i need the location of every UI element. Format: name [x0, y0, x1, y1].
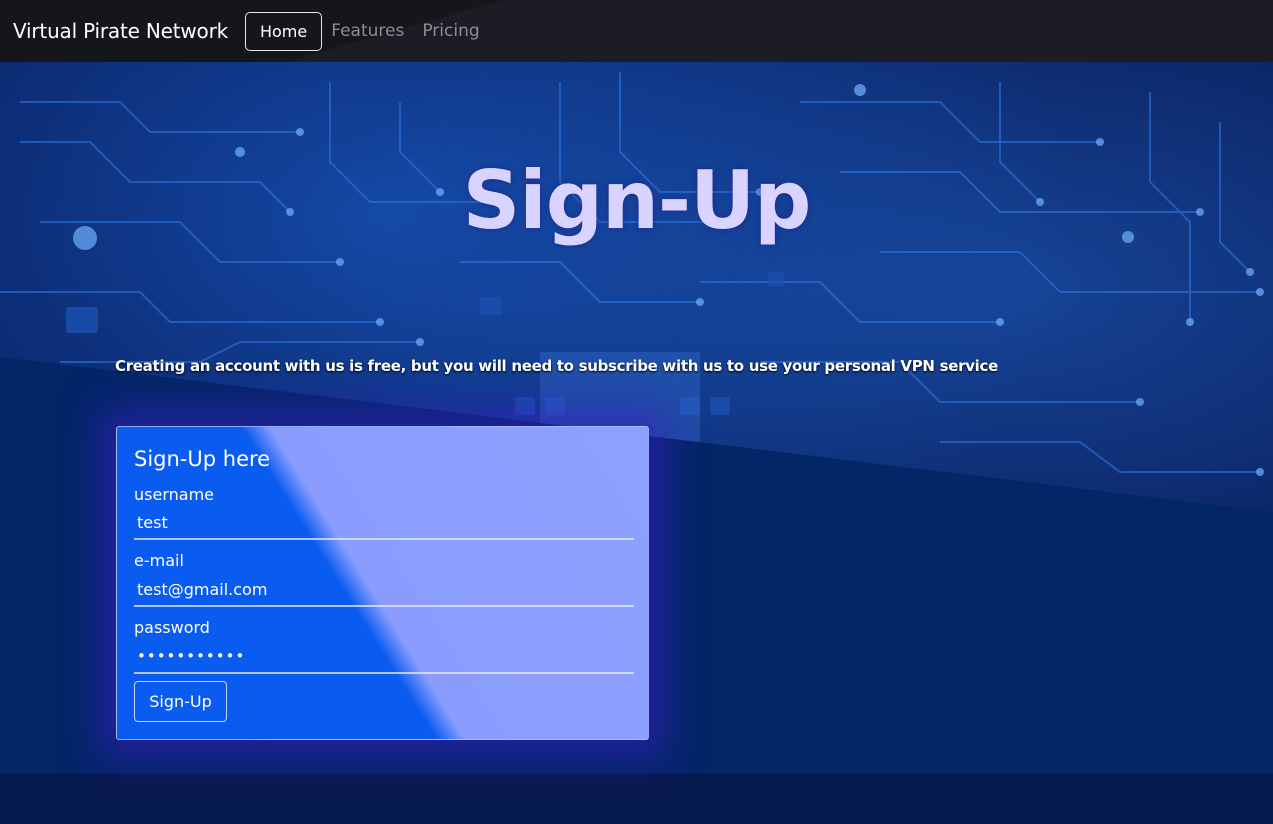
password-input[interactable]: [134, 640, 634, 674]
signup-submit-button[interactable]: Sign-Up: [134, 681, 227, 722]
brand-name[interactable]: Virtual Pirate Network: [13, 19, 228, 43]
nav-link-features[interactable]: Features: [331, 21, 404, 41]
bottom-strip: [0, 774, 1273, 824]
form-title: Sign-Up here: [134, 447, 271, 471]
username-input[interactable]: [134, 506, 634, 540]
email-input[interactable]: [134, 573, 634, 607]
signup-form-card: Sign-Up here username e-mail password Si…: [116, 426, 649, 740]
nav-link-pricing[interactable]: Pricing: [422, 21, 479, 41]
navbar: Virtual Pirate Network Home Features Pri…: [0, 0, 1273, 62]
hero-section: Sign-Up Creating an account with us is f…: [0, 62, 1273, 824]
page-title: Sign-Up: [462, 153, 812, 247]
username-label: username: [134, 485, 214, 504]
nav-link-home[interactable]: Home: [244, 11, 323, 51]
page-subtitle: Creating an account with us is free, but…: [115, 357, 998, 375]
password-label: password: [134, 618, 210, 637]
email-label: e-mail: [134, 551, 184, 570]
nav-links: Home Features Pricing: [244, 11, 498, 51]
